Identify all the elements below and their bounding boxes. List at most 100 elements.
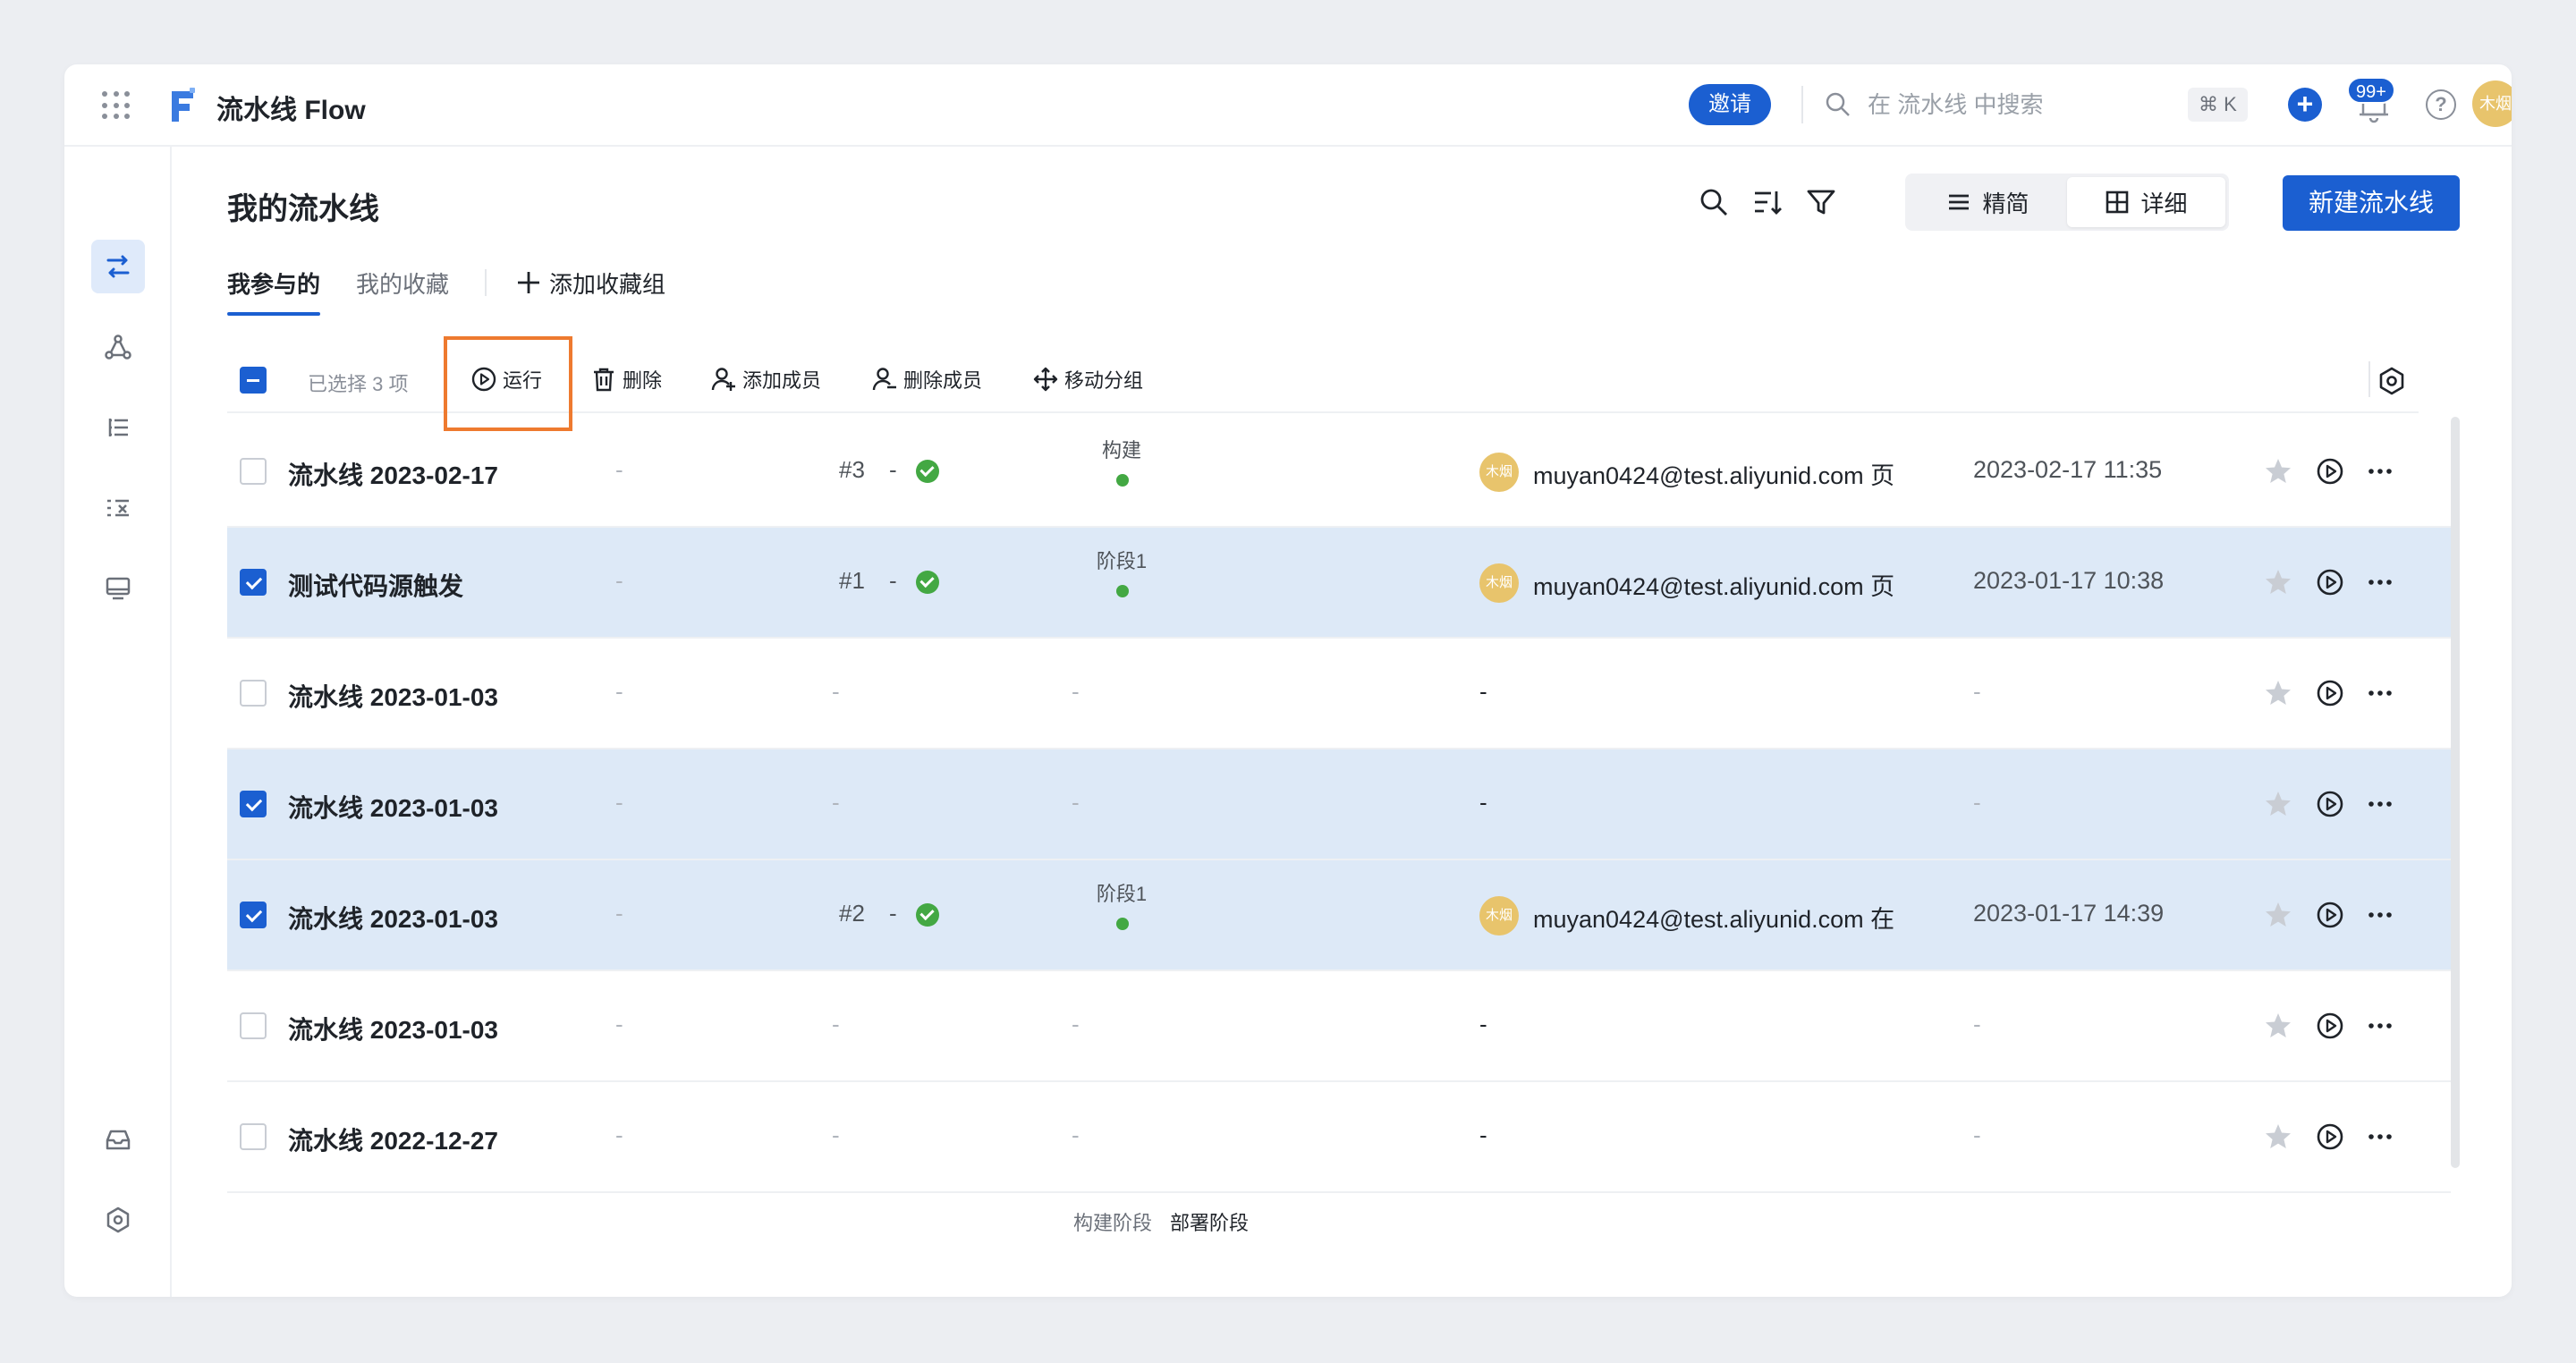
tab-participated[interactable]: 我参与的: [227, 267, 321, 316]
stage-name: 阶段1: [1096, 550, 1148, 572]
run-number[interactable]: #2: [839, 900, 865, 927]
stage-name: 构建: [1101, 439, 1141, 461]
view-simple-option[interactable]: 精简: [1909, 177, 2067, 227]
search-icon[interactable]: [1698, 186, 1730, 218]
move-group-button[interactable]: 移动分组: [1032, 365, 1143, 394]
search-input[interactable]: [1868, 90, 2118, 119]
stage-status-dot: [1116, 474, 1129, 487]
user-avatar[interactable]: 木烟: [2472, 80, 2512, 127]
table-row[interactable]: 流水线 2023-02-17- #3- 构建 木烟 muyan0424@test.ali…: [227, 417, 2451, 528]
run-pipeline-icon[interactable]: [2315, 900, 2345, 930]
favorite-star-icon[interactable]: [2263, 456, 2293, 487]
table-row[interactable]: 流水线 2022-12-27 - - - - -: [227, 1082, 2451, 1193]
new-pipeline-button[interactable]: 新建流水线: [2283, 175, 2460, 231]
sidebar-item-pipelines[interactable]: [91, 240, 145, 293]
pipeline-name[interactable]: 流水线 2023-01-03: [288, 900, 498, 935]
user-avatar: 木烟: [1479, 453, 1519, 492]
row-checkbox[interactable]: [240, 1123, 267, 1150]
run-pipeline-icon[interactable]: [2315, 789, 2345, 819]
global-search[interactable]: [1825, 84, 2236, 125]
sort-icon[interactable]: [1751, 186, 1784, 218]
favorite-star-icon[interactable]: [2263, 1011, 2293, 1041]
table-row[interactable]: 流水线 2023-01-03 - - - - -: [227, 639, 2451, 749]
run-pipeline-icon[interactable]: [2315, 678, 2345, 708]
sidebar-item-monitor[interactable]: [91, 562, 145, 615]
remove-member-button[interactable]: 删除成员: [871, 365, 982, 394]
run-pipeline-icon[interactable]: [2315, 1122, 2345, 1152]
pipeline-name[interactable]: 流水线 2023-02-17: [288, 456, 498, 492]
empty-cell: -: [615, 1011, 623, 1037]
run-number[interactable]: #1: [839, 567, 865, 595]
trash-icon: [594, 368, 614, 392]
stage-status-dot: [1116, 585, 1129, 597]
pipeline-name[interactable]: 流水线 2023-01-03: [288, 678, 498, 714]
divider: [2368, 361, 2370, 397]
page-title: 我的流水线: [227, 192, 379, 226]
add-favorite-group-button[interactable]: 添加收藏组: [515, 267, 665, 300]
select-all-checkbox[interactable]: [240, 367, 267, 394]
empty-cell: -: [1479, 1011, 1487, 1037]
add-favorite-group-label: 添加收藏组: [549, 270, 666, 298]
empty-cell: -: [1072, 789, 1080, 816]
filter-icon[interactable]: [1805, 186, 1837, 218]
favorite-star-icon[interactable]: [2263, 567, 2293, 597]
stage-label-build: 构建阶段: [1073, 1212, 1153, 1234]
favorite-star-icon[interactable]: [2263, 900, 2293, 930]
more-options-icon[interactable]: [2365, 900, 2395, 930]
invite-button[interactable]: 邀请: [1689, 84, 1771, 125]
row-checkbox[interactable]: [240, 458, 267, 485]
divider: [1801, 86, 1803, 123]
more-options-icon[interactable]: [2365, 1122, 2395, 1152]
sidebar-item-list[interactable]: [91, 401, 145, 454]
sidebar-item-settings[interactable]: [91, 1193, 145, 1247]
stage-label-deploy: 部署阶段: [1170, 1212, 1250, 1234]
row-checkbox[interactable]: [240, 902, 267, 928]
column-settings-icon[interactable]: [2376, 365, 2408, 397]
row-checkbox[interactable]: [240, 680, 267, 707]
row-checkbox[interactable]: [240, 569, 267, 596]
row-checkbox[interactable]: [240, 791, 267, 817]
more-options-icon[interactable]: [2365, 1011, 2395, 1041]
table-row[interactable]: 流水线 2023-01-03- #2- 阶段1 木烟 muyan0424@test.al…: [227, 860, 2451, 971]
run-pipeline-icon[interactable]: [2315, 1011, 2345, 1041]
pipeline-name[interactable]: 测试代码源触发: [288, 567, 463, 603]
more-options-icon[interactable]: [2365, 567, 2395, 597]
empty-cell: -: [832, 1122, 840, 1148]
delete-button[interactable]: 删除: [590, 365, 662, 394]
empty-cell: -: [1973, 789, 1981, 816]
pipeline-name[interactable]: 流水线 2023-01-03: [288, 789, 498, 825]
view-switch: 精简 详细: [1905, 174, 2229, 231]
view-detail-option[interactable]: 详细: [2067, 177, 2225, 227]
empty-cell: -: [1479, 678, 1487, 705]
favorite-star-icon[interactable]: [2263, 1122, 2293, 1152]
more-options-icon[interactable]: [2365, 678, 2395, 708]
favorite-star-icon[interactable]: [2263, 789, 2293, 819]
pipeline-name[interactable]: 流水线 2022-12-27: [288, 1122, 498, 1157]
tab-bar: 我参与的 我的收藏 添加收藏组: [227, 267, 665, 316]
run-pipeline-icon[interactable]: [2315, 567, 2345, 597]
pipeline-name[interactable]: 流水线 2023-01-03: [288, 1011, 498, 1046]
sidebar-item-graph[interactable]: [91, 320, 145, 374]
success-check-icon: [916, 903, 939, 927]
sidebar-item-tasks[interactable]: [91, 481, 145, 535]
trigger-user: muyan0424@test.aliyunid.com 页: [1533, 462, 1895, 489]
more-options-icon[interactable]: [2365, 789, 2395, 819]
more-options-icon[interactable]: [2365, 456, 2395, 487]
tab-favorites[interactable]: 我的收藏: [356, 267, 449, 310]
sidebar-item-inbox[interactable]: [91, 1113, 145, 1166]
stage-status-dot: [1116, 918, 1129, 930]
favorite-star-icon[interactable]: [2263, 678, 2293, 708]
help-icon[interactable]: ?: [2426, 89, 2456, 120]
table-row[interactable]: 测试代码源触发 - #1- 阶段1 木烟 muyan0424@test.aliyunid.…: [227, 528, 2451, 639]
table-row[interactable]: 流水线 2023-01-03 - - - - -: [227, 971, 2451, 1082]
create-plus-button[interactable]: +: [2288, 88, 2322, 122]
add-member-button[interactable]: 添加成员: [710, 365, 821, 394]
left-sidebar: [64, 147, 172, 1297]
run-number[interactable]: #3: [839, 456, 865, 484]
row-checkbox[interactable]: [240, 1012, 267, 1039]
apps-grid-icon[interactable]: [102, 91, 131, 120]
table-row[interactable]: 流水线 2023-01-03 - - - - -: [227, 749, 2451, 860]
table-scrollbar[interactable]: [2451, 417, 2460, 1168]
run-pipeline-icon[interactable]: [2315, 456, 2345, 487]
run-separator: -: [889, 567, 897, 594]
